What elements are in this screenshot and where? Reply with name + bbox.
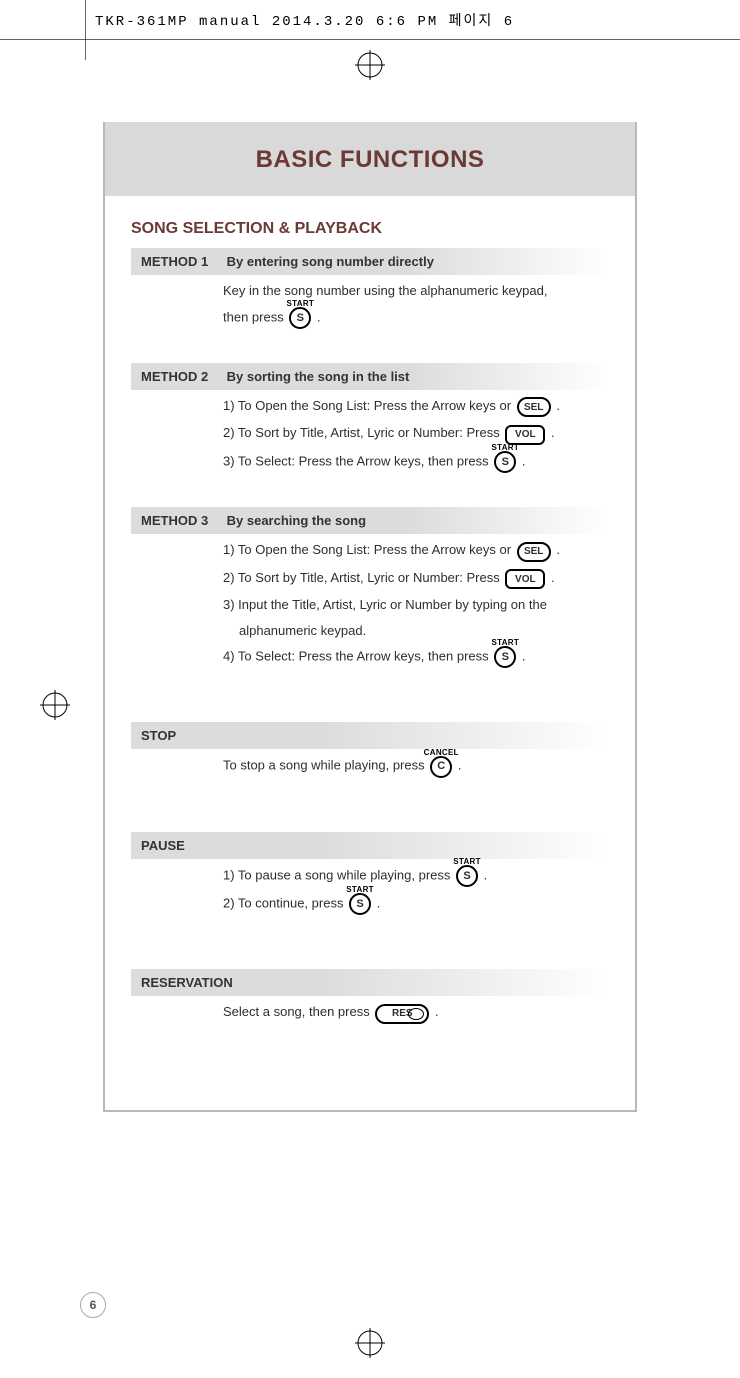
method1-header: METHOD 1 By entering song number directl… [131,248,609,275]
method3-line3: 3) Input the Title, Artist, Lyric or Num… [131,589,609,615]
method2-line2: 2) To Sort by Title, Artist, Lyric or Nu… [131,417,609,445]
start-button-icon: STARTS [456,865,478,887]
vol-button-icon: VOL [505,568,545,590]
pause-header: PAUSE [131,832,609,859]
registration-mark-top [355,50,385,80]
stop-header: STOP [131,722,609,749]
method2-heading: By sorting the song in the list [227,369,410,384]
file-header: TKR-361MP manual 2014.3.20 6:6 PM 페이지 6 [95,10,514,30]
start-button-icon: STARTS [349,893,371,915]
method2-line3: 3) To Select: Press the Arrow keys, then… [131,445,609,473]
crop-mark-vertical [85,0,86,60]
method3-heading: By searching the song [227,513,366,528]
method1-line2: then press STARTS . [131,301,609,329]
method1-tag: METHOD 1 [141,254,223,269]
start-button-icon: STARTS [494,451,516,473]
method2-tag: METHOD 2 [141,369,223,384]
page-title: BASIC FUNCTIONS [115,146,625,174]
crop-mark-horizontal [0,39,740,40]
registration-mark-bottom [355,1328,385,1358]
method2-line1: 1) To Open the Song List: Press the Arro… [131,390,609,418]
reservation-header: RESERVATION [131,969,609,996]
method3-header: METHOD 3 By searching the song [131,507,609,534]
method3-line4: 4) To Select: Press the Arrow keys, then… [131,640,609,668]
section-title: SONG SELECTION & PLAYBACK [131,220,609,238]
method1-heading: By entering song number directly [227,254,434,269]
method3-line3b: alphanumeric keypad. [131,615,609,641]
sel-button-icon: SEL [517,396,551,418]
reservation-line: Select a song, then press RES . [131,996,609,1024]
start-button-icon: STARTS [289,307,311,329]
sel-button-icon: SEL [517,540,551,562]
method3-line2: 2) To Sort by Title, Artist, Lyric or Nu… [131,562,609,590]
pause-line2: 2) To continue, press STARTS . [131,887,609,915]
registration-mark-left [40,690,70,720]
method2-header: METHOD 2 By sorting the song in the list [131,363,609,390]
res-button-icon: RES [375,1002,429,1024]
title-bar: BASIC FUNCTIONS [105,122,635,196]
method3-tag: METHOD 3 [141,513,223,528]
method1-line1: Key in the song number using the alphanu… [131,275,609,301]
cancel-button-icon: CANCELC [430,755,452,777]
start-button-icon: STARTS [494,646,516,668]
stop-line: To stop a song while playing, press CANC… [131,749,609,777]
pause-line1: 1) To pause a song while playing, press … [131,859,609,887]
manual-page: BASIC FUNCTIONS SONG SELECTION & PLAYBAC… [103,122,637,1112]
page-number: 6 [80,1292,106,1318]
method3-line1: 1) To Open the Song List: Press the Arro… [131,534,609,562]
